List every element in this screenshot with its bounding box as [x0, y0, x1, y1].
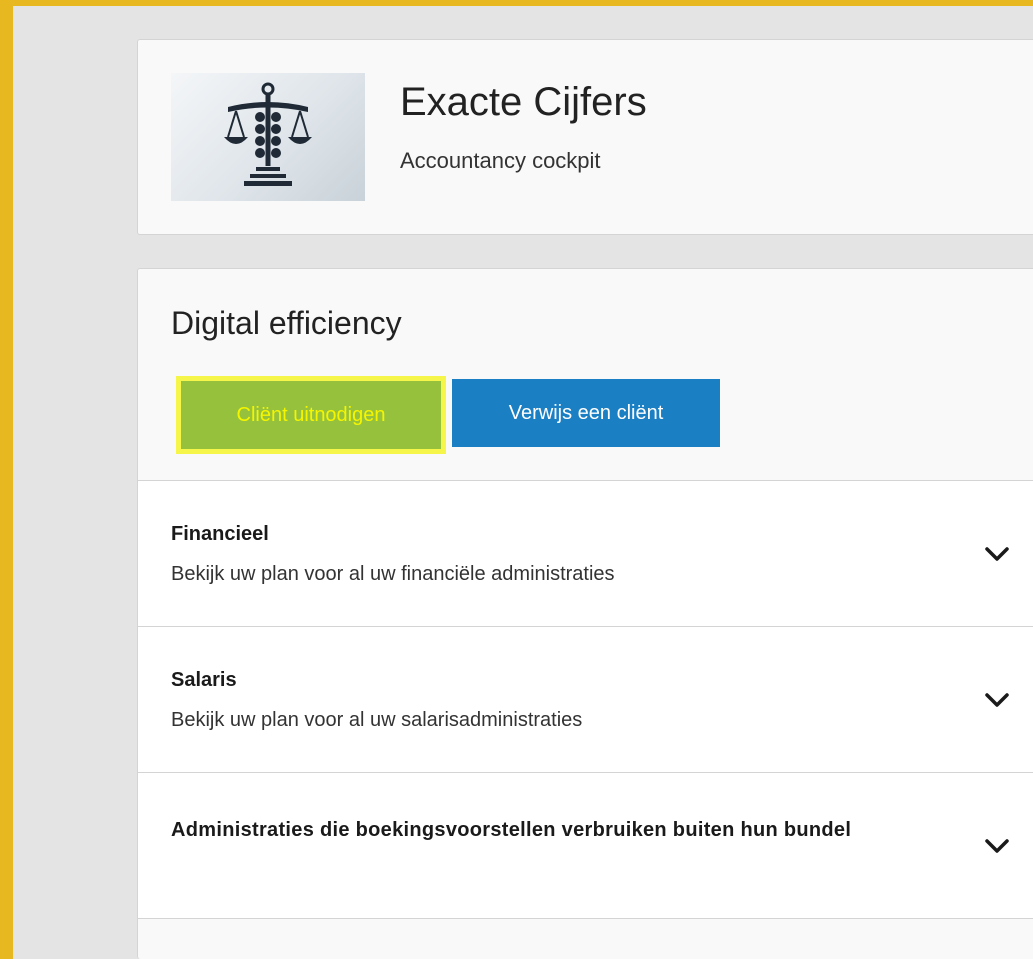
app-title: Exacte Cijfers [400, 80, 647, 124]
chevron-down-icon[interactable] [981, 538, 1013, 570]
accordion-item-description: Bekijk uw plan voor al uw salarisadminis… [171, 709, 583, 731]
digital-efficiency-card: Digital efficiency Cliënt uitnodigen Ver… [137, 268, 1033, 959]
refer-client-button[interactable]: Verwijs een cliënt [452, 379, 720, 447]
accordion-item-title: Salaris [171, 669, 237, 691]
section-title: Digital efficiency [171, 305, 402, 341]
app-subtitle: Accountancy cockpit [400, 148, 601, 173]
app-logo [171, 73, 365, 201]
accordion-item-salaris[interactable]: Salaris Bekijk uw plan voor al uw salari… [138, 627, 1033, 773]
header-card: Exacte Cijfers Accountancy cockpit [137, 39, 1033, 235]
accordion-item-title: Administraties die boekingsvoorstellen v… [171, 819, 852, 841]
app-frame: Exacte Cijfers Accountancy cockpit Digit… [13, 6, 1033, 959]
accordion-item-boekingsvoorstellen[interactable]: Administraties die boekingsvoorstellen v… [138, 773, 1033, 919]
accordion-item-financieel[interactable]: Financieel Bekijk uw plan voor al uw fin… [138, 481, 1033, 627]
chevron-down-icon[interactable] [981, 830, 1013, 862]
accordion-item-title: Financieel [171, 523, 269, 545]
chevron-down-icon[interactable] [981, 684, 1013, 716]
accordion-item-description: Bekijk uw plan voor al uw financiële adm… [171, 563, 615, 585]
scales-of-justice-icon [224, 82, 312, 186]
invite-client-button[interactable]: Cliënt uitnodigen [176, 376, 446, 454]
